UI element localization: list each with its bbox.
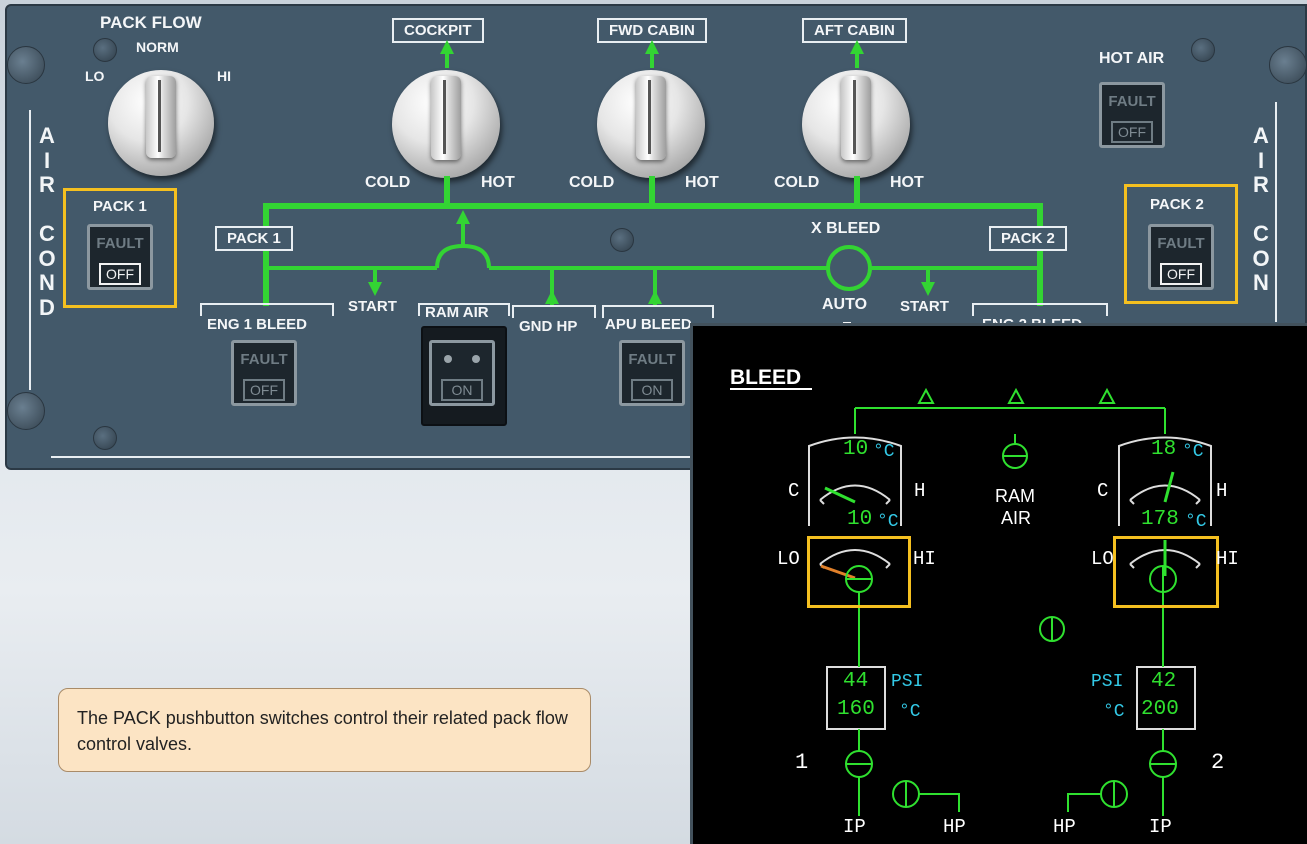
left-pack-compressor-unit: °C	[877, 512, 899, 532]
right-bleed-pressure: 42	[1151, 670, 1177, 693]
left-pack-outlet-unit: °C	[873, 442, 895, 462]
bleed-page-title: BLEED	[730, 366, 802, 389]
right-hp-label: HP	[1053, 816, 1076, 838]
ecam-bleed-page: BLEED RAM AIR 10 °C C H 10 °C LO HI 44 P…	[690, 323, 1307, 844]
right-pack-compressor-temp: 178	[1141, 508, 1179, 531]
left-pack-hi-label: HI	[913, 548, 936, 570]
right-pack-compressor-unit: °C	[1185, 512, 1207, 532]
left-pack-cold-label: C	[788, 480, 800, 502]
instruction-note: The PACK pushbutton switches control the…	[58, 688, 591, 772]
right-pack-lo-label: LO	[1091, 548, 1114, 570]
ram-air-title: RAM AIR	[425, 304, 489, 321]
right-bleed-pressure-unit: PSI	[1091, 672, 1124, 692]
left-pack-compressor-temp: 10	[847, 508, 873, 531]
ram-air-pushbutton[interactable]: ON	[429, 340, 495, 406]
eng2-start-label: START	[900, 298, 949, 315]
right-pack-hi-label: HI	[1216, 548, 1239, 570]
apu-bleed-title: APU BLEED	[605, 316, 692, 333]
apu-bleed-fault-light: FAULT	[628, 351, 676, 368]
x-bleed-auto-label: AUTO	[822, 296, 868, 313]
engine-2-label: 2	[1211, 750, 1225, 775]
eng1-start-label: START	[348, 298, 397, 315]
left-ip-label: IP	[843, 816, 866, 838]
ram-air-indicator-dot	[472, 355, 480, 363]
apu-bleed-on-light: ON	[631, 379, 673, 401]
ram-air-on-light: ON	[441, 379, 483, 401]
left-pack-lo-label: LO	[777, 548, 800, 570]
left-temp-needle	[824, 486, 856, 504]
x-bleed-label: X BLEED	[811, 220, 881, 237]
ram-air-line1: RAM	[995, 486, 1035, 506]
right-pack-cold-label: C	[1097, 480, 1109, 502]
left-pack-flow-highlight	[807, 536, 911, 608]
engine-1-label: 1	[795, 750, 809, 775]
ram-air-line2: AIR	[1001, 508, 1032, 528]
apu-bleed-pushbutton[interactable]: FAULT ON	[619, 340, 685, 406]
eng1-bleed-title: ENG 1 BLEED	[207, 316, 308, 333]
pack2-duct-label: PACK 2	[989, 226, 1067, 251]
left-pack-hot-label: H	[914, 480, 926, 502]
right-ip-label: IP	[1149, 816, 1172, 838]
eng1-bleed-off-light: OFF	[243, 379, 285, 401]
left-pack-outlet-temp: 10	[843, 438, 869, 461]
left-bleed-temp-unit: °C	[899, 702, 921, 722]
left-bleed-pressure: 44	[843, 670, 869, 693]
right-bleed-temp: 200	[1141, 698, 1179, 721]
eng1-bleed-fault-light: FAULT	[240, 351, 288, 368]
right-pack-outlet-unit: °C	[1182, 442, 1204, 462]
right-pack-outlet-temp: 18	[1151, 438, 1177, 461]
left-bleed-temp: 160	[837, 698, 875, 721]
ram-air-indicator-dot	[444, 355, 452, 363]
right-pack-flow-highlight	[1113, 536, 1219, 608]
right-pack-hot-label: H	[1216, 480, 1228, 502]
eng1-bleed-pushbutton[interactable]: FAULT OFF	[231, 340, 297, 406]
right-bleed-temp-unit: °C	[1103, 702, 1125, 722]
left-bleed-pressure-unit: PSI	[891, 672, 924, 692]
pack1-duct-label: PACK 1	[215, 226, 293, 251]
left-hp-label: HP	[943, 816, 966, 838]
gnd-hp-label: GND HP	[519, 318, 578, 335]
instruction-note-text: The PACK pushbutton switches control the…	[77, 708, 568, 754]
